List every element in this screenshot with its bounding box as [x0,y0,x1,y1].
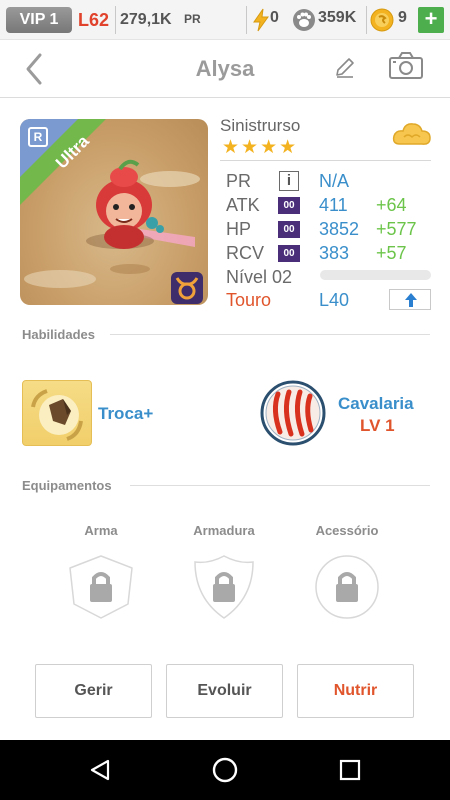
system-navigation-bar [0,740,450,800]
max-level: L40 [319,290,350,310]
accessory-slot-label: Acessório [315,523,379,538]
plus-badge: 00 [278,245,300,262]
hp-bonus: +577 [376,219,417,239]
player-power: 279,1K [120,11,172,28]
weapon-slot[interactable] [68,554,134,620]
level-label: Nível 02 [226,267,293,287]
leader-skill-name[interactable]: Cavalaria [338,394,414,414]
leader-skill-level: LV 1 [360,416,395,435]
plus-badge: 00 [278,197,300,214]
taurus-icon [171,272,203,304]
divider [130,485,430,486]
divider [220,160,431,161]
coin-count: 9 [398,9,407,26]
vip-badge[interactable]: VIP 1 [6,7,72,33]
coin-icon [370,8,394,32]
swap-orb-icon [31,389,83,441]
atk-bonus: +64 [376,195,407,215]
feed-button[interactable]: Nutrir [297,664,414,718]
edit-name-icon[interactable] [334,56,356,78]
monster-detail-screen: VIP 1 L62 279,1K PR 0 359K 9 + Alysa R U… [0,0,450,800]
star-rating: ★★★★ [222,137,299,158]
rcv-label: RCV [226,243,265,263]
add-coins-button[interactable]: + [418,7,444,33]
divider [246,6,247,34]
plus-badge: 00 [278,221,300,238]
paw-count: 359K [318,9,357,26]
manage-button[interactable]: Gerir [35,664,152,718]
recents-square-icon[interactable] [339,759,361,781]
armor-slot[interactable] [191,554,257,620]
player-level: L62 [78,10,110,30]
atk-label: ATK [226,195,260,215]
info-icon[interactable]: i [279,171,299,191]
element-cloud-icon [392,123,431,145]
rcv-bonus: +57 [376,243,407,263]
pr-label: PR [226,171,252,191]
armor-slot-label: Armadura [193,523,255,538]
energy-count: 0 [270,9,279,26]
level-progress-bar [320,270,431,280]
evolve-button[interactable]: Evoluir [166,664,283,718]
rcv-value: 383 [319,243,350,263]
power-tag: PR [184,12,201,26]
camera-icon[interactable] [388,52,424,80]
rarity-badge: R [28,127,48,147]
active-skill-name[interactable]: Troca+ [98,404,153,424]
skill-icon[interactable] [22,380,92,446]
pr-value: N/A [319,171,350,191]
atk-value: 411 [319,195,348,215]
hp-value: 3852 [319,219,360,239]
top-bar: Alysa [0,40,450,98]
zodiac-element: Touro [226,290,272,310]
paw-icon [293,9,315,31]
hp-label: HP [226,219,252,239]
monster-portrait[interactable]: R Ultra [20,119,208,305]
divider [115,6,116,34]
claw-leader-icon[interactable] [260,380,326,446]
level-up-button[interactable] [389,289,431,310]
arrow-up-icon [405,293,417,307]
accessory-slot[interactable] [314,554,380,620]
weapon-slot-label: Arma [84,523,118,538]
divider [366,6,367,34]
equipment-section-title: Equipamentos [22,478,112,493]
monster-species: Sinistrurso [220,116,301,135]
abilities-section-title: Habilidades [22,327,95,342]
back-triangle-icon[interactable] [88,758,112,782]
divider [110,334,430,335]
page-title: Alysa [195,56,255,81]
resource-bar: VIP 1 L62 279,1K PR 0 359K 9 + [0,0,450,40]
home-circle-icon[interactable] [211,756,239,784]
energy-icon [253,8,269,32]
